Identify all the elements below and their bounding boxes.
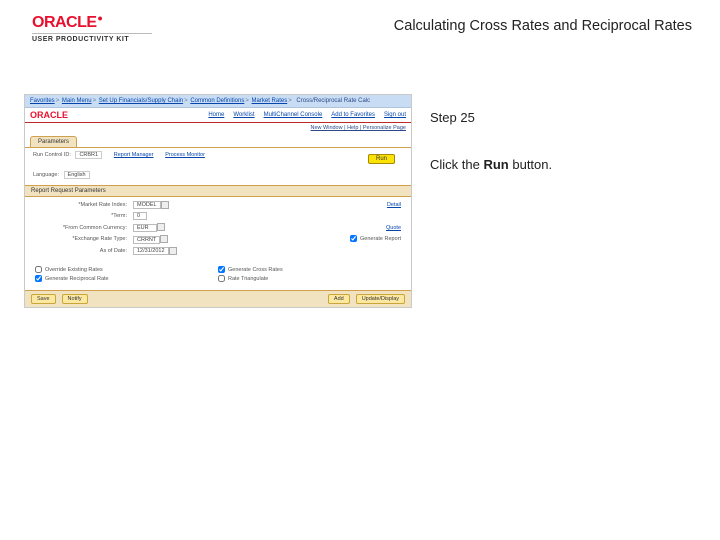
tab-parameters[interactable]: Parameters [30,136,77,147]
menu-worklist[interactable]: Worklist [233,112,254,118]
term-label: *Term: [35,213,133,219]
language-label: Language: [33,172,59,178]
market-rate-index-input[interactable]: MODEL [133,201,161,209]
link-quote[interactable]: Quote [386,225,401,231]
link-process-monitor[interactable]: Process Monitor [165,152,205,158]
step-body-post: button. [509,157,552,172]
link-report-manager[interactable]: Report Manager [114,152,154,158]
oracle-mini-logo: ORACLE [30,110,68,120]
upk-subtitle: USER PRODUCTIVITY KIT [32,33,152,43]
menu-mcc[interactable]: MultiChannel Console [264,112,323,118]
oracle-upk-logo: ORACLE • USER PRODUCTIVITY KIT [32,14,152,43]
link-detail[interactable]: Detail [387,202,401,208]
as-of-date-label: As of Date: [35,248,133,254]
run-button[interactable]: Run [368,154,395,164]
link-window-help[interactable]: New Window | Help | Personalize Page [311,125,407,131]
window-links: New Window | Help | Personalize Page [25,123,411,133]
run-control-id-label: Run Control ID: [33,152,71,158]
crumb-setup-fin[interactable]: Set Up Financials/Supply Chain [99,98,183,104]
embedded-screenshot: Favorites> Main Menu> Set Up Financials/… [24,94,412,308]
rate-triangulate-checkbox[interactable] [218,275,225,282]
override-checkbox[interactable] [35,266,42,273]
page-title: Calculating Cross Rates and Reciprocal R… [394,18,692,34]
save-button[interactable]: Save [31,294,56,304]
override-label: Override Existing Rates [45,267,103,273]
crumb-current: Cross/Reciprocal Rate Calc [296,98,370,104]
lookup-icon[interactable] [160,235,168,243]
calendar-icon[interactable] [169,247,177,255]
crumb-favorites[interactable]: Favorites [30,98,55,104]
exch-rate-label: *Exchange Rate Type: [35,236,133,242]
lookup-icon[interactable] [161,201,169,209]
from-cur-input[interactable]: EUR [133,224,157,232]
step-label: Step 25 [430,110,690,125]
step-body: Click the Run button. [430,157,690,172]
run-control-row: Run Control ID: CRBR1 Report Manager Pro… [25,148,411,168]
menu-home[interactable]: Home [208,112,224,118]
generate-report-checkbox[interactable] [350,235,357,242]
crumb-market-rates[interactable]: Market Rates [252,98,288,104]
rate-triangulate-label: Rate Triangulate [228,276,268,282]
generate-reciprocal-checkbox[interactable] [35,275,42,282]
crumb-main-menu[interactable]: Main Menu [62,98,92,104]
as-of-date-input[interactable]: 12/31/2012 [133,247,169,255]
notify-button[interactable]: Notify [62,294,88,304]
add-button[interactable]: Add [328,294,350,304]
exch-rate-input[interactable]: CRRNT [133,236,160,244]
crumb-common-def[interactable]: Common Definitions [190,98,244,104]
update-display-button[interactable]: Update/Display [356,294,405,304]
step-body-strong: Run [483,157,508,172]
run-control-id-value: CRBR1 [75,151,102,159]
generate-report-label: Generate Report [360,236,401,242]
language-value[interactable]: English [64,171,90,179]
generate-cross-label: Generate Cross Rates [228,267,283,273]
from-cur-label: *From Common Currency: [35,225,133,231]
menu-signout[interactable]: Sign out [384,112,406,118]
oracle-dot: • [98,10,103,26]
breadcrumb: Favorites> Main Menu> Set Up Financials/… [25,95,411,108]
generate-reciprocal-label: Generate Reciprocal Rate [45,276,109,282]
oracle-word: ORACLE [32,14,97,32]
menu-add-fav[interactable]: Add to Favorites [331,112,375,118]
lookup-icon[interactable] [157,223,165,231]
market-rate-index-label: *Market Rate Index: [35,202,133,208]
generate-cross-checkbox[interactable] [218,266,225,273]
step-body-pre: Click the [430,157,483,172]
section-title: Report Request Parameters [25,185,411,197]
term-input[interactable]: 0 [133,212,147,220]
